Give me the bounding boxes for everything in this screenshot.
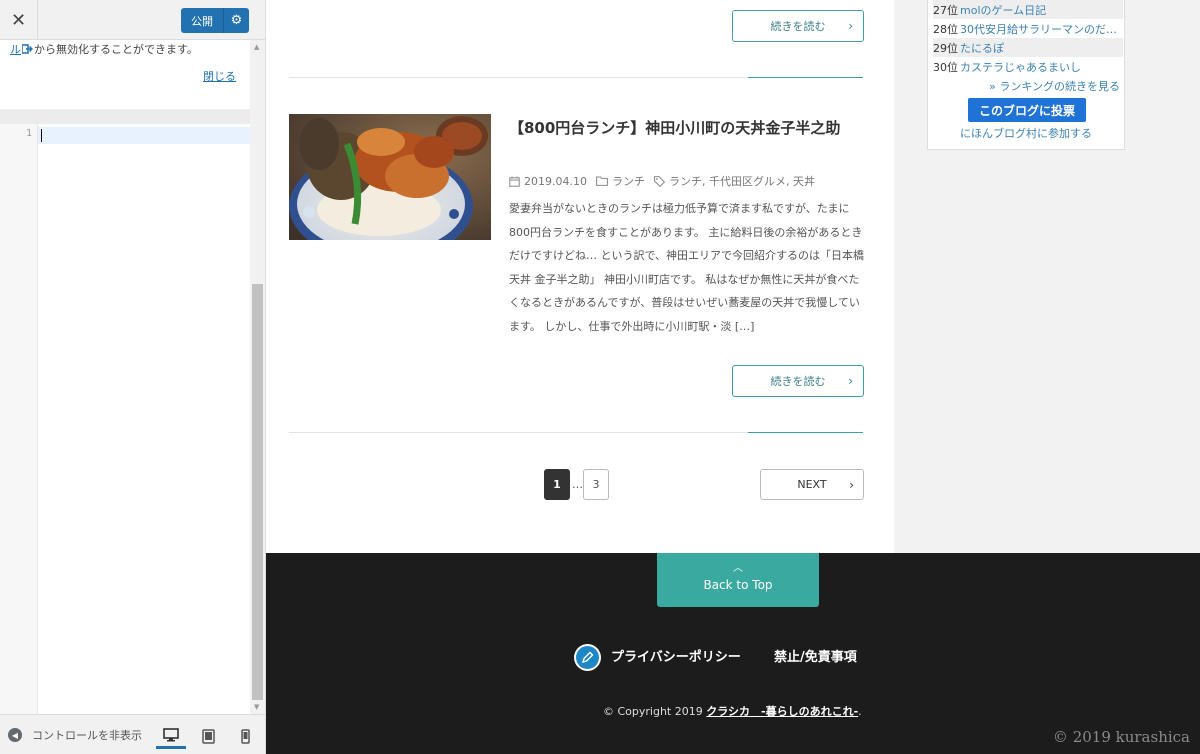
publish-settings-button[interactable]: ⚙ <box>223 8 249 33</box>
tendon-photo <box>289 114 491 240</box>
external-link-icon <box>21 44 34 54</box>
ranking-rank: 30位 <box>933 60 958 74</box>
desktop-preview-button[interactable] <box>156 723 186 749</box>
scroll-down-icon[interactable]: ▼ <box>254 703 259 711</box>
notice-body: から無効化することができます。 <box>34 43 198 56</box>
mobile-preview-button[interactable] <box>230 723 260 749</box>
ranking-rank: 28位 <box>933 22 958 36</box>
ranking-item[interactable]: 30位 カステラじゃあるまいし <box>933 57 1123 76</box>
divider-accent <box>748 432 863 433</box>
css-notice: ルから無効化することができます。 閉じる <box>0 40 250 109</box>
css-code-editor[interactable]: 1 <box>0 124 250 714</box>
tablet-preview-button[interactable] <box>193 723 223 749</box>
chevron-up-icon: ︿ <box>733 563 743 574</box>
site-name-link[interactable]: クラシカ -暮らしのあれこれ- <box>706 705 858 718</box>
ranking-item[interactable]: 28位 30代安月給サラリーマンのだ… <box>933 19 1123 38</box>
scrollbar-thumb[interactable] <box>252 284 263 700</box>
site-preview: 続きを読む › 【800円台ランチ】神田小川町の天丼金子半之助 2019.04.… <box>266 0 1200 754</box>
ranking-title[interactable]: molのゲーム日記 <box>960 2 1046 18</box>
customizer-header: ✕ 公開 ⚙ <box>0 0 265 40</box>
collapse-label: コントロールを非表示 <box>32 729 142 742</box>
ranking-item[interactable]: 29位 たにるぽ <box>933 38 1123 57</box>
read-more-button[interactable]: 続きを読む › <box>732 10 864 42</box>
ranking-title[interactable]: たにるぽ <box>960 40 1004 56</box>
customizer-sidebar: ✕ 公開 ⚙ ルから無効化することができます。 閉じる 1 ▲ ▼ ◀ コントロ… <box>0 0 266 754</box>
ranking-rank: 29位 <box>933 41 958 55</box>
read-more-button[interactable]: 続きを読む › <box>732 365 864 397</box>
section-gap <box>0 109 250 124</box>
back-to-top-button[interactable]: ︿ Back to Top <box>657 553 819 607</box>
copyright-prefix: © Copyright 2019 <box>603 705 703 718</box>
back-to-top-label: Back to Top <box>703 578 773 592</box>
post-meta: 2019.04.10 ランチ ランチ, 千代田区グルメ, 天丼 <box>509 173 869 189</box>
line-number: 1 <box>25 128 32 139</box>
line-number-gutter: 1 <box>0 124 38 714</box>
active-line <box>38 127 250 144</box>
post-title[interactable]: 【800円台ランチ】神田小川町の天丼金子半之助 <box>509 116 864 140</box>
collapse-arrow-icon: ◀ <box>8 728 22 742</box>
notice-text: ルから無効化することができます。 <box>10 41 250 57</box>
tablet-icon <box>201 728 215 744</box>
post-date: 2019.04.10 <box>524 174 587 188</box>
calendar-icon <box>509 176 520 187</box>
notice-link[interactable]: ル <box>10 43 21 56</box>
post-tags[interactable]: ランチ, 千代田区グルメ, 天丼 <box>669 173 815 189</box>
close-icon: ✕ <box>10 9 27 31</box>
post-category[interactable]: ランチ <box>612 173 645 189</box>
page-last[interactable]: 3 <box>583 469 609 500</box>
ranking-title[interactable]: 30代安月給サラリーマンのだ… <box>960 21 1117 37</box>
ranking-widget: 27位 molのゲーム日記 28位 30代安月給サラリーマンのだ… 29位 たにるぽ … <box>927 0 1125 150</box>
page-dots: … <box>572 478 583 491</box>
next-page-button[interactable]: NEXT › <box>760 469 864 500</box>
read-more-label: 続きを読む <box>770 20 826 33</box>
read-more-label: 続きを読む <box>770 375 826 388</box>
sidebar-scrollbar[interactable]: ▲ ▼ <box>250 40 265 714</box>
chevron-right-icon: › <box>848 374 853 388</box>
ranking-more-link[interactable]: » ランキングの続きを見る <box>989 78 1120 94</box>
pencil-icon <box>574 644 601 671</box>
post-divider <box>289 432 863 433</box>
next-label: NEXT <box>797 478 827 491</box>
chevron-right-icon: › <box>848 19 853 33</box>
ranking-rank: 27位 <box>933 3 958 17</box>
chevron-right-icon: › <box>849 477 854 492</box>
post-excerpt: 愛妻弁当がないときのランチは極力低予算で済ます私ですが、たまに800円台ランチを… <box>509 202 865 333</box>
page-current[interactable]: 1 <box>544 469 570 500</box>
main-content: 続きを読む › 【800円台ランチ】神田小川町の天丼金子半之助 2019.04.… <box>266 0 894 553</box>
divider-accent <box>748 77 863 78</box>
ranking-item[interactable]: 27位 molのゲーム日記 <box>933 0 1123 19</box>
vote-button[interactable]: このブログに投票 <box>968 98 1086 122</box>
collapse-controls-button[interactable]: ◀ コントロールを非表示 <box>8 715 150 754</box>
tag-icon <box>654 175 665 187</box>
folder-icon <box>596 176 608 186</box>
screen: ✕ 公開 ⚙ ルから無効化することができます。 閉じる 1 ▲ ▼ ◀ コントロ… <box>0 0 1200 754</box>
copyright: © Copyright 2019 クラシカ -暮らしのあれこれ-. <box>603 703 862 719</box>
scroll-up-icon[interactable]: ▲ <box>254 43 259 51</box>
close-notice-link[interactable]: 閉じる <box>203 68 236 84</box>
ranking-title[interactable]: カステラじゃあるまいし <box>960 59 1081 75</box>
gear-icon: ⚙ <box>230 13 243 28</box>
watermark: © 2019 kurashica <box>1052 728 1190 746</box>
customizer-footer: ◀ コントロールを非表示 <box>0 714 265 754</box>
desktop-icon <box>163 727 179 741</box>
text-caret <box>41 129 42 142</box>
publish-button[interactable]: 公開 <box>181 8 223 33</box>
privacy-policy-link[interactable]: プライバシーポリシー <box>611 646 741 665</box>
close-customizer-button[interactable]: ✕ <box>0 0 38 40</box>
post-thumbnail[interactable] <box>289 114 491 240</box>
post-divider <box>289 77 863 78</box>
site-footer: ︿ Back to Top プライバシーポリシー 禁止/免責事項 © Copyr… <box>266 553 1200 754</box>
join-link[interactable]: にほんブログ村に参加する <box>928 125 1124 141</box>
disclaimer-link[interactable]: 禁止/免責事項 <box>774 646 857 665</box>
copyright-suffix: . <box>858 705 862 718</box>
mobile-icon <box>240 728 250 744</box>
publish-group: 公開 ⚙ <box>181 8 249 33</box>
